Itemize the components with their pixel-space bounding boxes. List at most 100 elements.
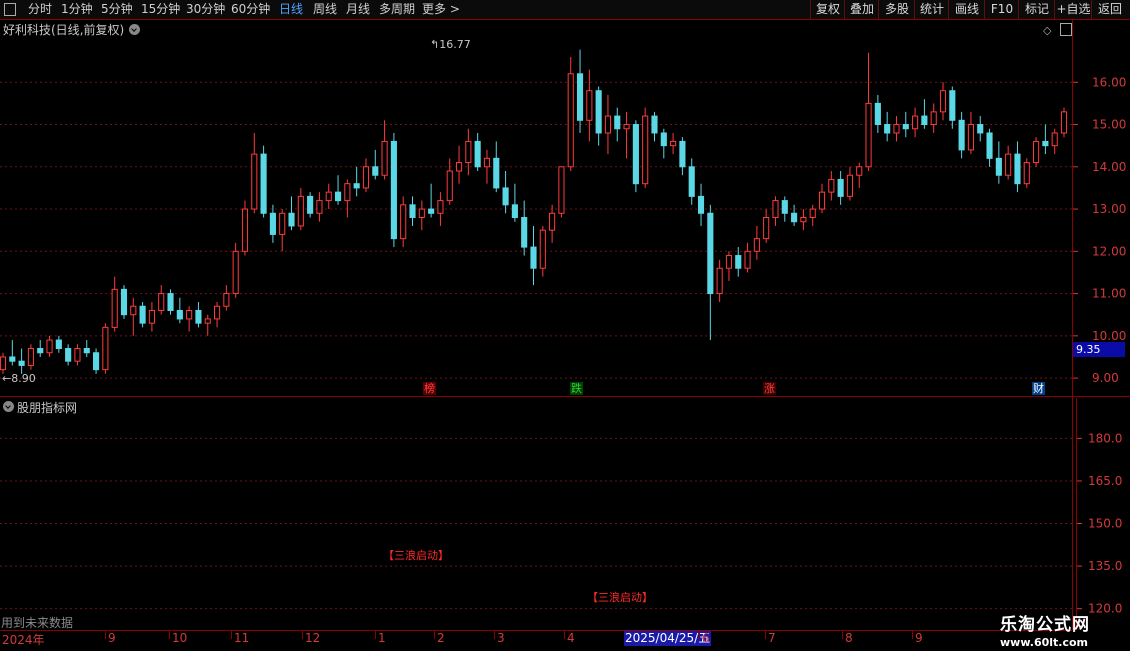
panel-divider[interactable] <box>0 396 1130 397</box>
toolbar-button[interactable]: 多股 <box>878 0 915 19</box>
month-label: 10 <box>172 631 188 645</box>
candle-body <box>725 255 733 269</box>
window-toggle-icon[interactable] <box>4 3 16 16</box>
candle-body <box>474 140 481 168</box>
month-tick <box>564 631 565 639</box>
period-tab[interactable]: 1分钟 <box>61 1 93 18</box>
toolbar-button[interactable]: 复权 <box>810 0 845 19</box>
candle-body <box>27 348 34 366</box>
candle-body <box>846 174 853 197</box>
indicator-tick-label: 135.0 <box>1088 559 1122 573</box>
marker-bang[interactable]: 榜 <box>423 382 436 395</box>
toolbar-button[interactable]: 叠加 <box>844 0 879 19</box>
candle-body <box>809 208 816 219</box>
month-tick <box>302 631 303 639</box>
candle-body <box>0 356 7 371</box>
period-tab[interactable]: 60分钟 <box>231 1 270 18</box>
candle-body <box>576 73 584 121</box>
candle-body <box>437 200 444 214</box>
period-tab[interactable]: 多周期 <box>379 1 415 18</box>
candlestick-chart[interactable]: 16.00 15.00 14.00 13.00 12.00 11.00 10.00 9.00 1… <box>0 20 1130 630</box>
candle-body <box>539 229 546 269</box>
candle-body <box>158 293 165 311</box>
period-tab[interactable]: 30分钟 <box>186 1 225 18</box>
candle-body <box>418 208 425 219</box>
toolbar-button[interactable]: F10 <box>984 0 1019 19</box>
candle-body <box>1005 153 1012 176</box>
candle-body <box>614 115 621 130</box>
candle-body <box>325 191 332 202</box>
candle-body <box>660 132 667 147</box>
candle-body <box>409 204 416 218</box>
candle-body <box>18 360 25 366</box>
candle-body <box>800 217 807 223</box>
period-tab[interactable]: 日线 <box>279 1 303 18</box>
candle-body <box>176 309 183 320</box>
candle-body <box>83 348 90 354</box>
candle-body <box>791 212 798 223</box>
candle-body <box>344 183 351 202</box>
marker-die[interactable]: 跌 <box>570 382 583 395</box>
candle-body <box>874 102 881 126</box>
high-price-label: ↰16.77 <box>430 38 471 51</box>
toolbar-button[interactable]: +自选 <box>1054 0 1092 19</box>
month-label: 4 <box>567 631 575 645</box>
toolbar-button[interactable]: 统计 <box>914 0 949 19</box>
candle-body <box>362 166 370 189</box>
month-tick <box>434 631 435 639</box>
candle-body <box>707 212 714 295</box>
month-label: 7 <box>768 631 776 645</box>
sub-chart-menu-chevron-icon[interactable] <box>3 401 14 412</box>
candle-body <box>493 157 500 189</box>
indicator-tick-label: 180.0 <box>1088 431 1122 445</box>
candle-body <box>65 348 72 362</box>
candle-body <box>670 140 677 147</box>
period-tab[interactable]: 5分钟 <box>101 1 133 18</box>
toolbar-button[interactable]: 标记 <box>1018 0 1055 19</box>
period-tab[interactable]: 15分钟 <box>141 1 180 18</box>
toolbar-button[interactable]: 画线 <box>948 0 985 19</box>
candle-body <box>716 267 723 295</box>
candle-body <box>744 250 751 269</box>
period-tab[interactable]: 周线 <box>313 1 337 18</box>
period-tab[interactable]: 月线 <box>346 1 370 18</box>
indicator-title: 股朋指标网 <box>17 401 78 415</box>
period-tab[interactable]: 分时 <box>28 1 52 18</box>
candle-body <box>893 124 900 134</box>
period-toolbar: 分时 1分钟 5分钟 15分钟 30分钟 60分钟 日线 周线 月线 多周期 更多 > 复权 叠加 多股统… <box>0 0 1130 20</box>
month-tick <box>375 631 376 639</box>
candle-body <box>195 309 202 324</box>
month-tick <box>912 631 913 639</box>
candle-body <box>93 352 100 371</box>
candle-body <box>372 166 379 176</box>
toolbar-button[interactable]: 返回 <box>1091 0 1128 19</box>
candle-body <box>1042 140 1049 147</box>
marker-zhang[interactable]: 涨 <box>763 382 776 395</box>
candle-body <box>949 90 956 121</box>
candle-body <box>214 305 221 320</box>
month-label: 11 <box>234 631 250 645</box>
candle-body <box>884 124 891 134</box>
main-chart-menu-chevron-icon[interactable] <box>129 24 140 35</box>
candle-body <box>46 339 53 354</box>
candle-body <box>74 348 81 362</box>
indicator-tick-label: 165.0 <box>1088 474 1122 488</box>
price-tick-label: 12.00 <box>1092 244 1126 258</box>
indicator-tick-label: 150.0 <box>1088 517 1122 531</box>
candle-body <box>688 166 695 197</box>
candle-body <box>549 212 556 231</box>
candle-body <box>288 212 295 227</box>
month-label: 2 <box>437 631 445 645</box>
price-tick-label: 9.00 <box>1092 371 1119 385</box>
diamond-icon[interactable]: ◇ <box>1043 24 1051 37</box>
price-tick-label: 14.00 <box>1092 160 1126 174</box>
marker-cai[interactable]: 财 <box>1032 382 1045 395</box>
panel-toggle-icon[interactable] <box>1060 23 1072 36</box>
month-label: 9 <box>108 631 116 645</box>
candle-body <box>586 90 593 121</box>
month-tick <box>494 631 495 639</box>
current-price-box: 9.35 <box>1073 342 1125 357</box>
period-tab[interactable]: 更多 > <box>422 1 460 18</box>
month-label: 6 <box>702 631 710 645</box>
price-axis-divider <box>1072 20 1073 630</box>
